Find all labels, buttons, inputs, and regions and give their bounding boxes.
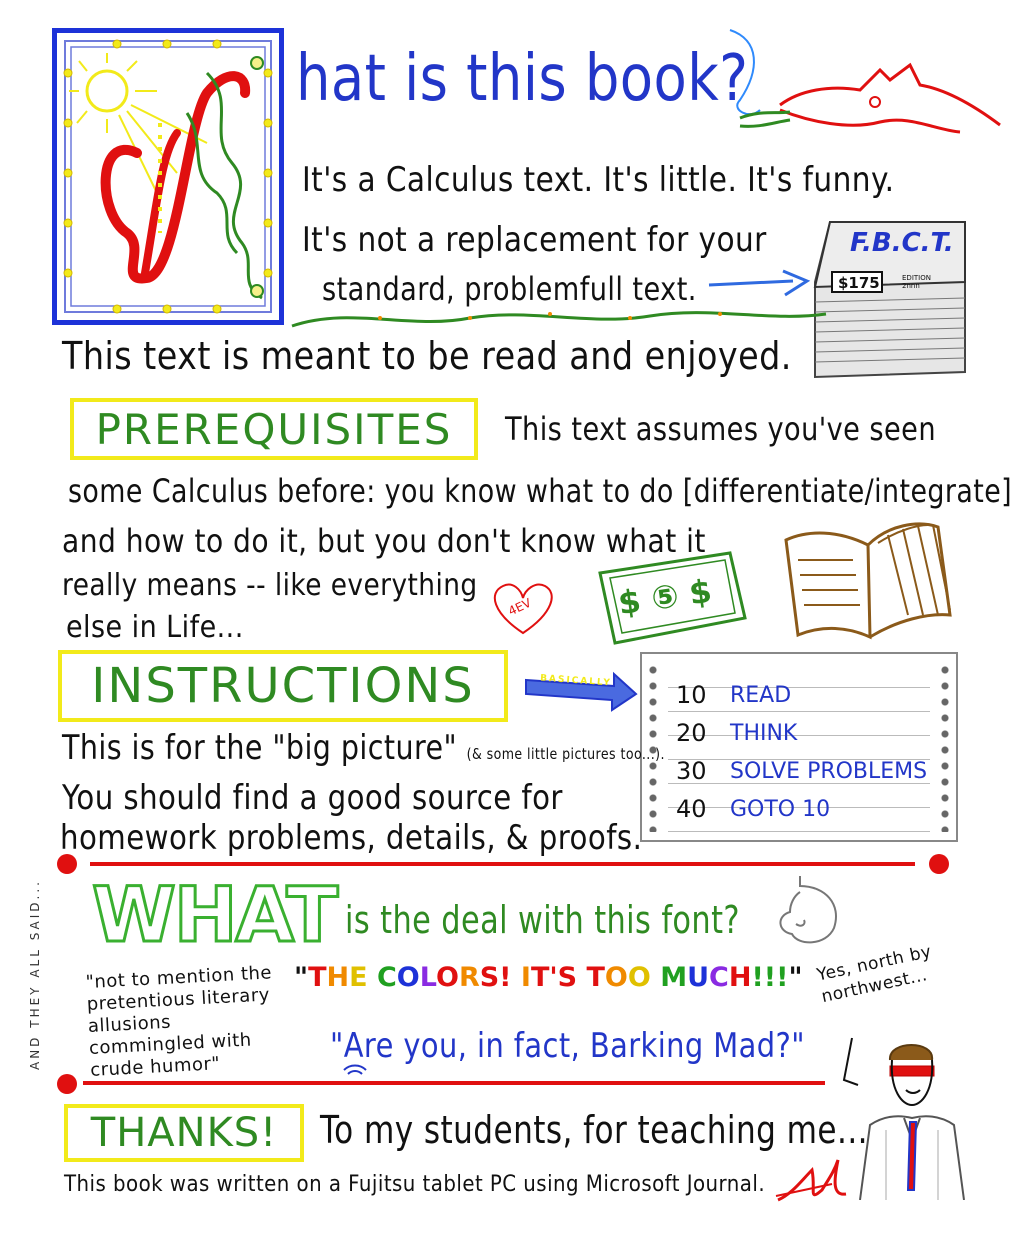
thanks-line: To my students, for teaching me... xyxy=(320,1108,868,1152)
instructions-heading-text: INSTRUCTIONS xyxy=(91,658,475,714)
prereq-line-2: some Calculus before: you know what to d… xyxy=(68,472,1013,510)
drop-cap-frame xyxy=(52,28,284,325)
thanks-heading: THANKS! xyxy=(64,1104,304,1162)
face-doodle-icon xyxy=(779,876,837,944)
instructions-line-1-text: This is for the "big picture" xyxy=(62,728,458,768)
signature-doodle xyxy=(775,1159,847,1202)
colors-letter: O xyxy=(435,962,459,993)
colors-letter: H xyxy=(326,962,350,993)
program-line-number: 20 xyxy=(676,719,707,747)
colors-letter: S! xyxy=(479,962,521,993)
colors-letter: O xyxy=(604,962,628,993)
basically-arrow-icon xyxy=(525,671,638,712)
program-line-command: READ xyxy=(730,682,792,708)
colors-letter: 'S xyxy=(549,962,587,993)
program-rows: 10 READ 20 THINK 30 SOLVE PROBLEMS 40 GOTO 10 xyxy=(676,676,946,828)
header-line-1: It's a Calculus text. It's little. It's … xyxy=(302,160,895,200)
colors-letter: I xyxy=(520,962,531,993)
program-line: 20 THINK xyxy=(676,714,946,752)
colors-letter: !!! xyxy=(751,962,789,993)
program-line-command: THINK xyxy=(730,720,798,746)
program-line-number: 40 xyxy=(676,795,707,823)
colors-letter: T xyxy=(586,962,605,993)
pretentious-note: "not to mention the pretentious literary… xyxy=(85,962,273,1081)
page-title: hat is this book? xyxy=(296,44,748,114)
prerequisites-heading: PREREQUISITES xyxy=(70,398,478,460)
colors-letter: C xyxy=(709,962,729,993)
side-text: AND THEY ALL SAID... xyxy=(28,879,42,1070)
colors-letter: O xyxy=(396,962,420,993)
program-line: 30 SOLVE PROBLEMS xyxy=(676,752,946,790)
title-text: hat is this book? xyxy=(296,42,749,116)
colors-exclamation: "THE COLORS! IT'S TOO MUCH!!!" xyxy=(294,962,803,993)
header-line-4: This text is meant to be read and enjoye… xyxy=(62,334,792,378)
barking-mad-quote: "Are you, in fact, Barking Mad?" xyxy=(330,1026,806,1066)
colors-letter: T xyxy=(308,962,327,993)
header-line-2: It's not a replacement for your xyxy=(302,220,767,260)
fbct-price: $175 xyxy=(838,274,880,292)
vine-divider xyxy=(291,311,827,328)
program-listing: 10 READ 20 THINK 30 SOLVE PROBLEMS 40 GOTO 10 xyxy=(640,652,958,842)
program-line-command: GOTO 10 xyxy=(730,796,831,822)
instructions-line-2: You should find a good source for xyxy=(62,778,563,818)
colors-letter: T xyxy=(530,962,550,993)
instructions-heading: INSTRUCTIONS xyxy=(58,650,508,722)
open-book-icon xyxy=(784,522,952,640)
prereq-line-4: really means -- like everything xyxy=(62,568,478,603)
thanks-heading-text: THANKS! xyxy=(90,1110,278,1156)
colors-letter: C xyxy=(376,962,397,993)
program-line-command: SOLVE PROBLEMS xyxy=(730,758,928,784)
what-rest: is the deal with this font? xyxy=(345,898,740,942)
prerequisites-heading-text: PREREQUISITES xyxy=(95,404,453,454)
program-line-number: 10 xyxy=(676,681,707,709)
colors-letter: E xyxy=(349,962,377,993)
program-line: 10 READ xyxy=(676,676,946,714)
colors-letter: M xyxy=(660,962,688,993)
prereq-line-1: This text assumes you've seen xyxy=(505,410,936,448)
colors-letter: U xyxy=(687,962,710,993)
red-divider-bottom xyxy=(57,1074,825,1094)
program-line-number: 30 xyxy=(676,757,707,785)
drop-cap-illustration xyxy=(63,39,273,314)
credit-line: This book was written on a Fujitsu table… xyxy=(64,1172,766,1197)
dragon-doodle xyxy=(729,29,1001,134)
prereq-line-5: else in Life... xyxy=(66,610,244,645)
colors-letter: H xyxy=(728,962,752,993)
fbct-edition: EDITION 2nnn xyxy=(902,274,931,290)
colors-letter: L xyxy=(419,962,436,993)
instructions-aside: (& some little pictures too...). xyxy=(466,745,665,763)
program-line: 40 GOTO 10 xyxy=(676,790,946,828)
what-big: WHAT xyxy=(90,869,339,961)
colors-letter: O xyxy=(627,962,661,993)
fbct-title: F.B.C.T. xyxy=(850,228,954,258)
instructions-line-1: This is for the "big picture" (& some li… xyxy=(62,728,665,768)
colors-letter: R xyxy=(458,962,480,993)
